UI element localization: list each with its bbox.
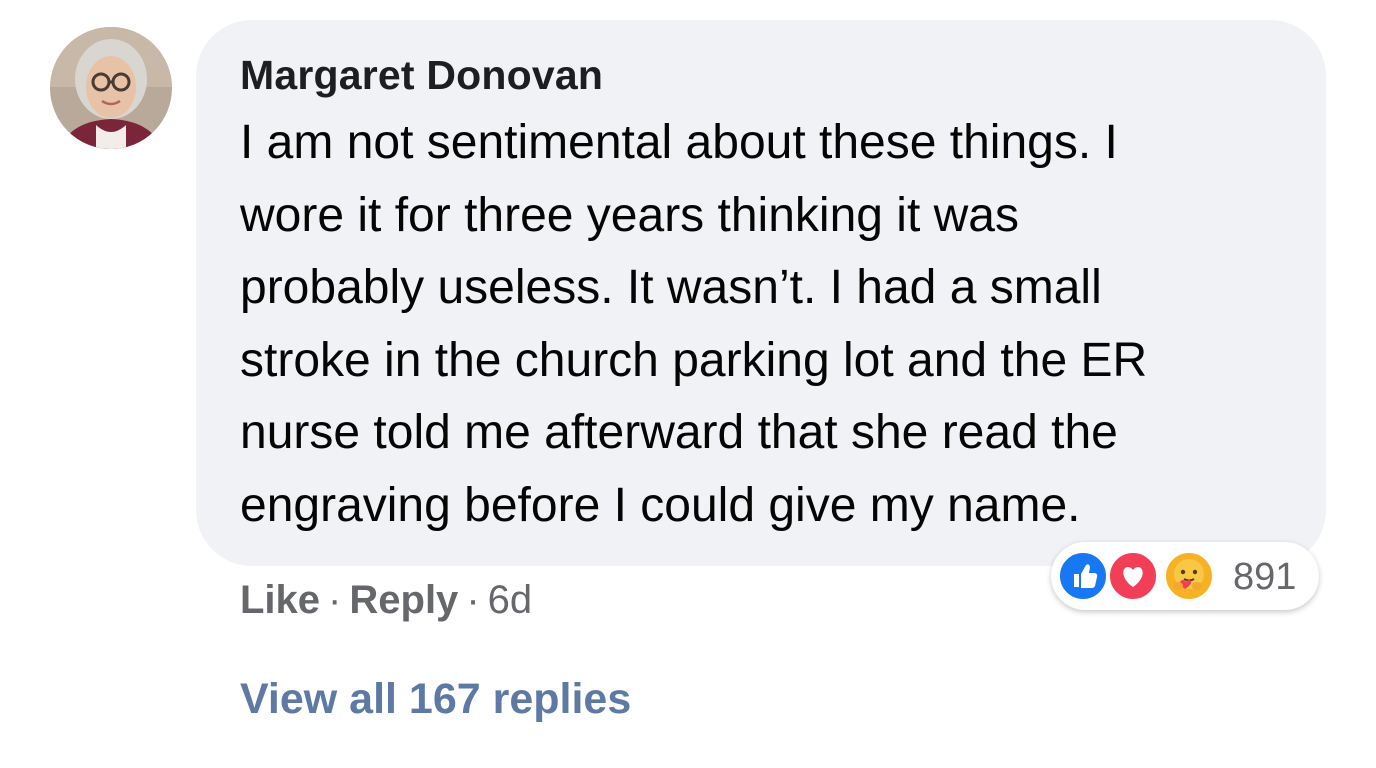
comment-text-line: stroke in the church parking lot and the… <box>240 333 1148 387</box>
comment-text-line: probably useless. It wasn’t. I had a sma… <box>240 261 1102 314</box>
comment-text-line: wore it for three years thinking it was <box>240 188 1019 242</box>
reactions-summary[interactable]: 891 <box>1051 542 1319 610</box>
comment-actions: Like · Reply · 6d <box>240 578 532 623</box>
action-separator: · <box>466 578 480 622</box>
avatar[interactable] <box>50 27 172 149</box>
love-icon <box>1107 550 1159 602</box>
reaction-count: 891 <box>1233 556 1297 598</box>
action-separator: · <box>328 578 342 622</box>
profile-photo <box>50 27 172 149</box>
care-icon <box>1163 550 1215 602</box>
comment-author-name[interactable]: Margaret Donovan <box>240 52 603 99</box>
reply-button[interactable]: Reply <box>349 578 458 622</box>
view-replies-link[interactable]: View all 167 replies <box>240 675 631 724</box>
comment-text-line: I am not sentimental about these things.… <box>240 116 1118 169</box>
comment-text-line: engraving before I could give my name. <box>240 478 1081 532</box>
like-button[interactable]: Like <box>240 578 320 622</box>
comment-timestamp[interactable]: 6d <box>488 578 533 622</box>
like-icon <box>1057 550 1109 602</box>
comment-text-line: nurse told me afterward that she read th… <box>240 406 1118 459</box>
comment-text: I am not sentimental about these things.… <box>240 107 1280 542</box>
